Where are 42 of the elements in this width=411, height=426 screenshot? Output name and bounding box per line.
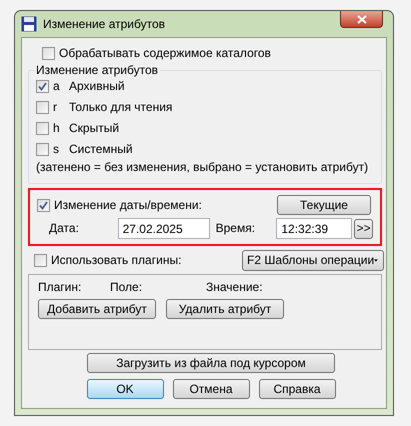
dropdown-arrow-icon xyxy=(374,258,378,263)
checkbox[interactable] xyxy=(36,101,49,114)
date-field[interactable]: 27.02.2025 xyxy=(118,218,210,239)
checkbox[interactable] xyxy=(36,143,49,156)
add-attribute-button[interactable]: Добавить атрибут xyxy=(38,299,156,319)
time-field[interactable]: 12:32:39 xyxy=(276,218,352,239)
checkbox-label: Обрабатывать содержимое каталогов xyxy=(59,46,271,61)
close-icon xyxy=(356,14,366,24)
load-from-file-button[interactable]: Загрузить из файла под курсором xyxy=(87,353,335,373)
attribute-letter: r xyxy=(53,100,58,115)
attribute-label: Архивный xyxy=(69,79,125,94)
ok-button[interactable]: OK xyxy=(86,379,164,399)
attribute-letter: h xyxy=(53,121,61,136)
close-button[interactable] xyxy=(340,11,383,28)
attribute-letter: a xyxy=(53,79,61,94)
checkbox[interactable] xyxy=(36,80,49,93)
check-icon xyxy=(39,200,48,210)
time-label: Время: xyxy=(216,221,256,236)
template-dropdown[interactable]: F2 Шаблоны операции xyxy=(242,250,384,271)
attribute-letter: s xyxy=(53,142,60,157)
column-label: Значение: xyxy=(206,280,263,295)
column-label: Плагин: xyxy=(38,280,82,295)
remove-attribute-button[interactable]: Удалить атрибут xyxy=(166,299,284,319)
attribute-label: Скрытый xyxy=(69,121,120,136)
checkbox[interactable] xyxy=(37,198,50,212)
column-label: Поле: xyxy=(110,280,144,295)
checkbox-label: Использовать плагины: xyxy=(51,253,182,268)
check-icon xyxy=(38,82,47,91)
attribute-label: Только для чтения xyxy=(69,100,172,115)
group-title: Изменение атрибутов xyxy=(35,63,159,78)
attribute-label: Системный xyxy=(69,142,133,157)
checkbox[interactable] xyxy=(36,122,49,135)
hint-text: (затенено = без изменения, выбрано = установить атрибут) xyxy=(36,160,370,175)
checkbox[interactable] xyxy=(42,47,55,60)
checkbox-label: Изменение даты/времени: xyxy=(54,198,202,212)
date-label: Дата: xyxy=(49,221,80,236)
window-title: Изменение атрибутов xyxy=(43,16,165,32)
help-button[interactable]: Справка xyxy=(258,379,336,399)
now-button[interactable]: Текущие xyxy=(277,195,371,215)
checkbox[interactable] xyxy=(34,254,47,267)
cancel-button[interactable]: Отмена xyxy=(172,379,250,399)
more-button[interactable]: >> xyxy=(354,218,373,238)
